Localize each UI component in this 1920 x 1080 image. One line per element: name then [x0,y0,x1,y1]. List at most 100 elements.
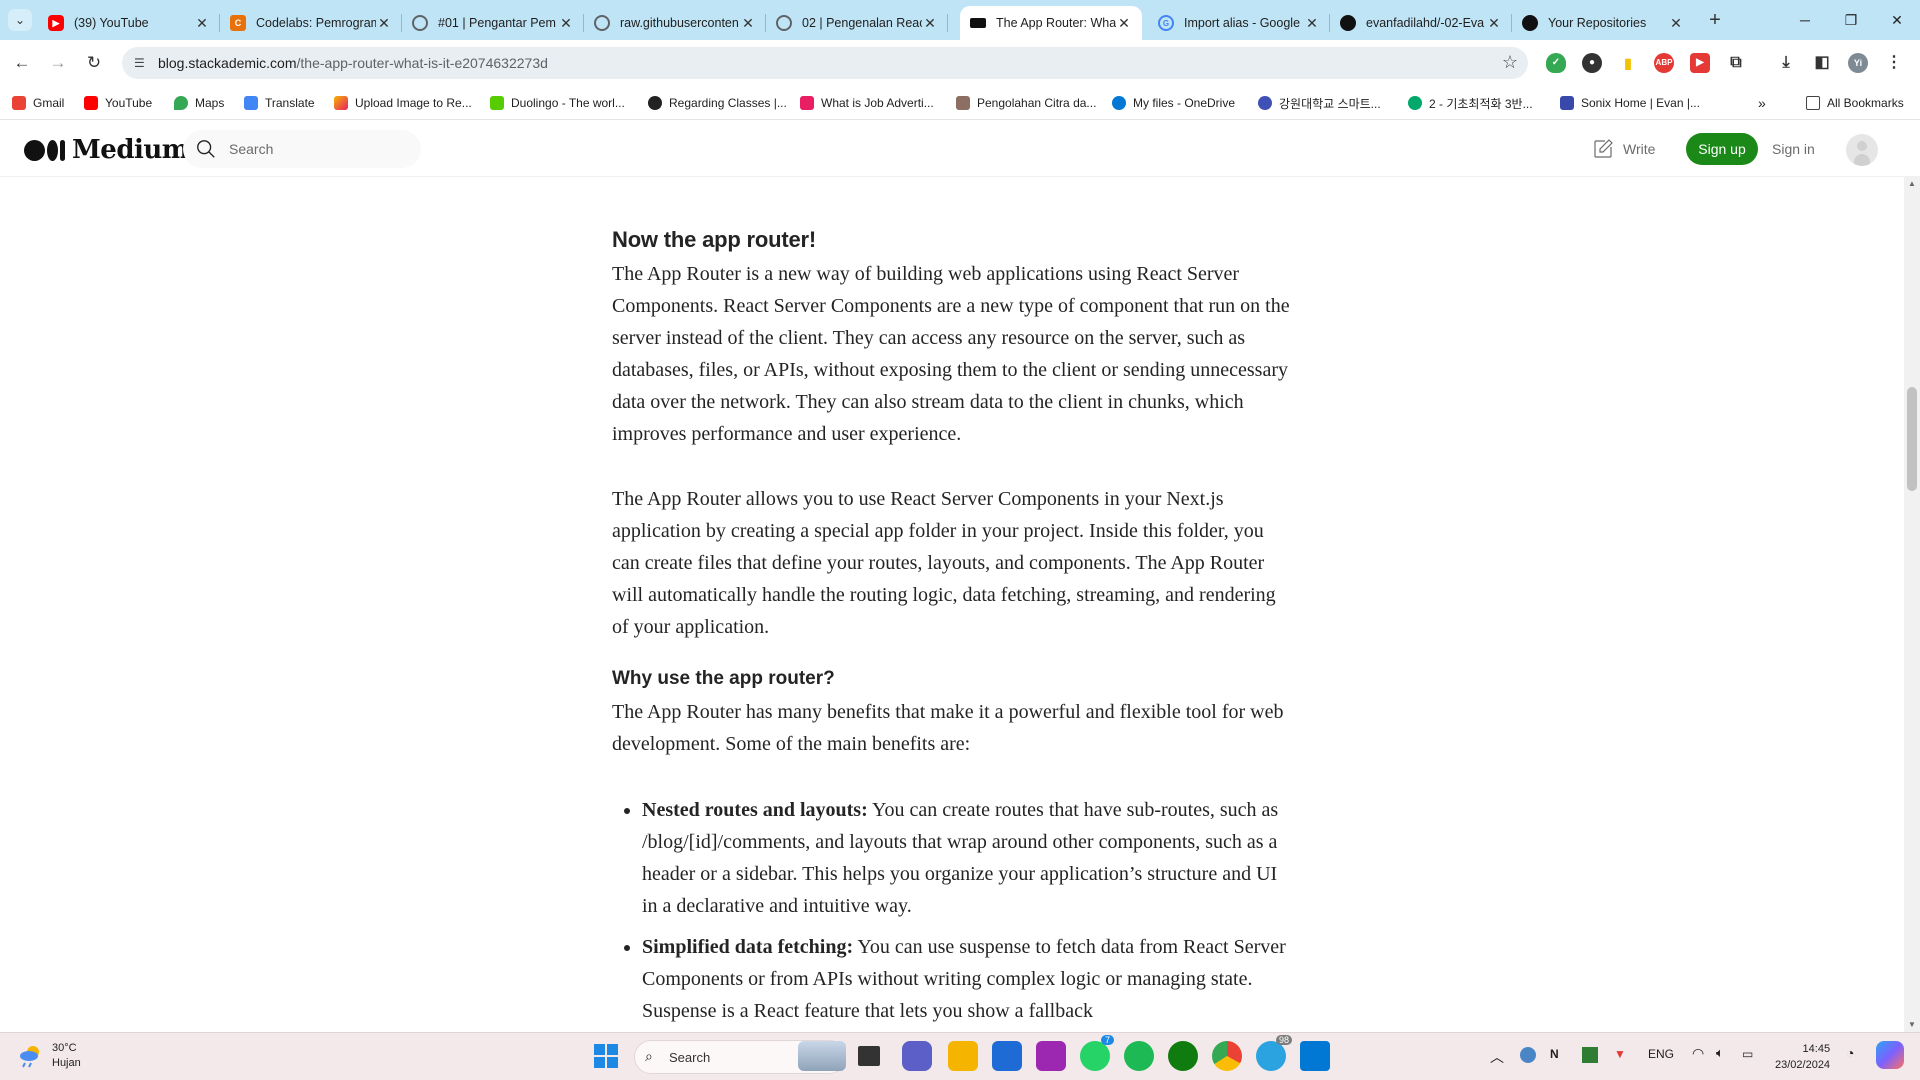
scroll-down-arrow-icon[interactable]: ▼ [1904,1018,1920,1032]
spotify-icon[interactable] [1124,1041,1154,1071]
github-icon [1522,15,1538,31]
menu-kebab-icon[interactable]: ⋮ [1884,53,1904,73]
tab-import-alias[interactable]: G Import alias - Google ✕ [1148,6,1330,40]
close-icon[interactable]: ✕ [1304,15,1320,32]
teams-chat-icon[interactable] [902,1041,932,1071]
tray-nvidia-icon[interactable] [1582,1047,1598,1063]
app-icon[interactable] [1036,1041,1066,1071]
vscode-icon[interactable] [1300,1041,1330,1071]
tab-github-repo[interactable]: evanfadilahd/-02-Eva ✕ [1330,6,1512,40]
download-icon[interactable]: ⤓ [1776,53,1796,73]
close-icon[interactable]: ✕ [1668,15,1684,32]
xbox-icon[interactable] [1168,1041,1198,1071]
avatar[interactable] [1846,134,1878,166]
search-highlight-icon[interactable] [798,1041,846,1071]
bookmark-translate[interactable]: Translate [244,94,315,112]
extension-icon[interactable]: ▶ [1690,53,1710,73]
tray-overflow-chevron-icon[interactable]: ︿ [1490,1047,1504,1067]
adblock-icon[interactable]: ABP [1654,53,1674,73]
signup-button[interactable]: Sign up [1686,133,1758,165]
language-indicator[interactable]: ENG [1648,1047,1674,1061]
close-icon[interactable]: ✕ [194,15,210,32]
tab-app-router[interactable]: The App Router: Wha ✕ [960,6,1142,40]
close-icon[interactable]: ✕ [558,15,574,32]
close-icon[interactable]: ✕ [1486,15,1502,32]
bookmark-maps[interactable]: Maps [174,94,224,112]
back-button[interactable]: ← [8,49,36,77]
page-scrollbar[interactable]: ▲ ▼ [1904,177,1920,1032]
signin-link[interactable]: Sign in [1772,141,1815,157]
shield-extension-icon[interactable]: ✓ [1546,53,1566,73]
site-icon [648,96,662,110]
forward-button[interactable]: → [44,49,72,77]
close-icon[interactable]: ✕ [922,15,938,32]
bookmark-onedrive[interactable]: My files - OneDrive [1112,94,1235,112]
tray-security-icon[interactable]: ▼ [1614,1047,1626,1061]
windows-start-icon[interactable] [592,1042,622,1072]
bookmark-job-advertisement[interactable]: What is Job Adverti... [800,94,934,112]
windows-taskbar: 30°C Hujan ⌕ Search 7 98 ︿ N ▼ ENG ◠ 🔈︎ … [0,1032,1920,1080]
bookmark-sonix[interactable]: Sonix Home | Evan |... [1560,94,1700,112]
tab-youtube[interactable]: ▶ (39) YouTube ✕ [38,6,220,40]
address-bar[interactable]: ☰ blog.stackademic.com/the-app-router-wh… [122,47,1528,79]
tab-your-repositories[interactable]: Your Repositories ✕ [1512,6,1694,40]
chrome-icon[interactable] [1212,1041,1242,1071]
bookmark-optimization-class[interactable]: 2 - 기초최적화 3반... [1408,94,1533,112]
file-explorer-icon[interactable] [948,1041,978,1071]
wifi-icon[interactable]: ◠ [1692,1045,1704,1062]
extension-icon[interactable]: ▮ [1618,53,1638,73]
scrollbar-thumb[interactable] [1907,387,1917,491]
telegram-icon[interactable]: 98 [1256,1035,1292,1071]
system-clock[interactable]: 14:45 23/02/2024 [1775,1041,1830,1073]
globe-icon [412,15,428,31]
paragraph: The App Router allows you to use React S… [612,488,1276,638]
tray-notion-icon[interactable]: N [1550,1047,1559,1061]
scroll-up-arrow-icon[interactable]: ▲ [1904,177,1920,191]
close-icon[interactable]: ✕ [376,15,392,32]
side-panel-icon[interactable]: ◧ [1812,53,1832,73]
tab-pengantar[interactable]: #01 | Pengantar Pem ✕ [402,6,584,40]
write-label: Write [1623,141,1656,157]
extension-icon[interactable]: ● [1582,53,1602,73]
more-bookmarks-chevron-icon[interactable]: » [1758,94,1766,112]
site-info-icon[interactable]: ☰ [134,55,150,71]
benefits-list: Nested routes and layouts: You can creat… [612,794,1292,1027]
profile-avatar[interactable]: Yi [1848,53,1868,73]
reload-button[interactable]: ↻ [80,49,108,77]
window-close-button[interactable]: ✕ [1874,0,1920,40]
extensions-puzzle-icon[interactable]: ⧉ [1726,53,1746,73]
bookmark-gmail[interactable]: Gmail [12,94,64,112]
close-icon[interactable]: ✕ [740,15,756,32]
weather-widget[interactable]: 30°C Hujan [18,1041,81,1071]
search-input[interactable]: Search [183,130,421,168]
bookmark-regarding-classes[interactable]: Regarding Classes |... [648,94,787,112]
battery-icon[interactable]: ▭ [1742,1047,1753,1061]
site-icon [1258,96,1272,110]
volume-muted-icon[interactable]: 🔈︎ [1716,1045,1724,1061]
whatsapp-icon[interactable]: 7 [1080,1035,1114,1071]
tab-raw-github[interactable]: raw.githubuserconten ✕ [584,6,766,40]
new-tab-button[interactable]: + [1702,8,1728,34]
close-icon[interactable]: ✕ [1116,15,1132,32]
tray-app-icon[interactable] [1520,1047,1536,1063]
minimize-button[interactable]: ─ [1782,0,1828,40]
microsoft-store-icon[interactable] [992,1041,1022,1071]
url-text[interactable]: blog.stackademic.com/the-app-router-what… [158,55,548,71]
bookmark-kangwon-univ[interactable]: 강원대학교 스마트... [1258,94,1381,112]
tab-codelabs[interactable]: C Codelabs: Pemrogram ✕ [220,6,402,40]
copilot-icon[interactable] [1876,1041,1904,1069]
bookmark-duolingo[interactable]: Duolingo - The worl... [490,94,625,112]
task-view-icon[interactable] [858,1046,880,1066]
youtube-icon: ▶ [48,15,64,31]
medium-logo[interactable]: Medium [24,135,189,165]
notification-bell-icon[interactable]: ◔ [1846,1045,1854,1061]
bookmark-upload-image[interactable]: Upload Image to Re... [334,94,472,112]
tab-search-button[interactable]: ⌄ [8,9,32,31]
restore-button[interactable]: ❐ [1828,0,1874,40]
tab-pengenalan-react[interactable]: 02 | Pengenalan Reac ✕ [766,6,948,40]
all-bookmarks-folder[interactable]: All Bookmarks [1806,94,1904,112]
bookmark-pengolahan-citra[interactable]: Pengolahan Citra da... [956,94,1096,112]
bookmark-youtube[interactable]: YouTube [84,94,152,112]
bookmark-star-icon[interactable]: ☆ [1502,52,1518,73]
write-button[interactable]: Write [1591,137,1655,161]
